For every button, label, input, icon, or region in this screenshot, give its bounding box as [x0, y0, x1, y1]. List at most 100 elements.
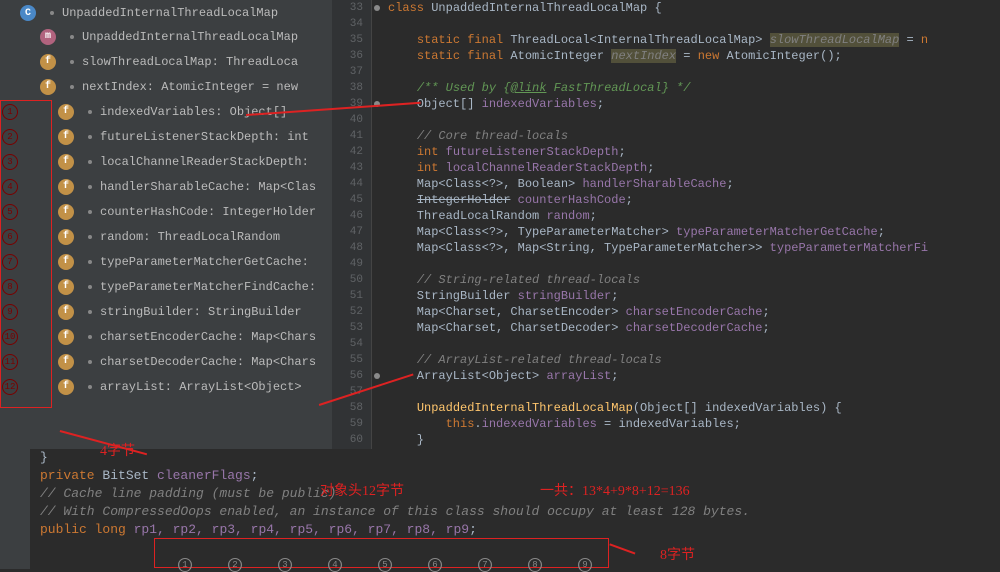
code-line[interactable]: Map<Class<?>, TypeParameterMatcher> type… — [388, 224, 1000, 240]
separator-dot-icon — [88, 285, 92, 289]
tree-item-label: random: ThreadLocalRandom — [100, 230, 280, 244]
annotation-obj-header: 对象头12字节 — [320, 480, 404, 500]
gutter-line-number: 34 — [332, 16, 371, 32]
field-icon: f — [58, 304, 74, 320]
tree-item-label: nextIndex: AtomicInteger = new — [82, 80, 298, 94]
annotation-number-circle: 5 — [2, 204, 18, 220]
field-icon: f — [40, 54, 56, 70]
code-comment: // With CompressedOops enabled, an insta… — [40, 503, 1000, 521]
code-line[interactable]: UnpaddedInternalThreadLocalMap(Object[] … — [388, 400, 1000, 416]
code-text: public long rp1, rp2, rp3, rp4, rp5, rp6… — [40, 521, 1000, 539]
separator-dot-icon — [70, 35, 74, 39]
code-line[interactable]: ArrayList<Object> arrayList; — [388, 368, 1000, 384]
tree-item[interactable]: 8ftypeParameterMatcherFindCache: — [0, 274, 332, 299]
annotation-number-circle: 3 — [2, 154, 18, 170]
gutter-line-number: 46 — [332, 208, 371, 224]
code-line[interactable] — [388, 64, 1000, 80]
separator-dot-icon — [70, 85, 74, 89]
code-line[interactable]: // String-related thread-locals — [388, 272, 1000, 288]
tree-item[interactable]: 1findexedVariables: Object[] — [0, 99, 332, 124]
annotation-number-circle: 12 — [2, 379, 18, 395]
code-line[interactable]: Map<Charset, CharsetDecoder> charsetDeco… — [388, 320, 1000, 336]
gutter-line-number: 44 — [332, 176, 371, 192]
tree-item[interactable]: 11fcharsetDecoderCache: Map<Chars — [0, 349, 332, 374]
tree-item[interactable]: 3flocalChannelReaderStackDepth: — [0, 149, 332, 174]
tree-item-label: charsetEncoderCache: Map<Chars — [100, 330, 316, 344]
tree-item-label: UnpaddedInternalThreadLocalMap — [82, 30, 298, 44]
code-line[interactable] — [388, 16, 1000, 32]
code-line[interactable] — [388, 384, 1000, 400]
tree-item[interactable]: f nextIndex: AtomicInteger = new — [0, 74, 332, 99]
tree-item-label: indexedVariables: Object[] — [100, 105, 287, 119]
tree-root: CUnpaddedInternalThreadLocalMapmUnpadded… — [0, 2, 332, 399]
code-line[interactable]: int localChannelReaderStackDepth; — [388, 160, 1000, 176]
tree-item[interactable]: 6 f random: ThreadLocalRandom — [0, 224, 332, 249]
code-line[interactable]: static final ThreadLocal<InternalThreadL… — [388, 32, 1000, 48]
tree-item-label: typeParameterMatcherGetCache: — [100, 255, 309, 269]
gutter-marker-icon — [374, 373, 380, 379]
code-line[interactable]: // Core thread-locals — [388, 128, 1000, 144]
tree-item[interactable]: 2ffutureListenerStackDepth: int — [0, 124, 332, 149]
code-line[interactable]: Object[] indexedVariables; — [388, 96, 1000, 112]
tree-item[interactable]: fslowThreadLocalMap: ThreadLoca — [0, 49, 332, 74]
tree-item[interactable]: CUnpaddedInternalThreadLocalMap — [0, 2, 332, 24]
tree-item[interactable]: 9fstringBuilder: StringBuilder — [0, 299, 332, 324]
gutter-marker-icon — [374, 101, 380, 107]
annotation-number-circle: 6 — [2, 229, 18, 245]
code-line[interactable]: int futureListenerStackDepth; — [388, 144, 1000, 160]
tree-item-label: futureListenerStackDepth: int — [100, 130, 309, 144]
field-icon: f — [58, 179, 74, 195]
tree-item[interactable]: 7ftypeParameterMatcherGetCache: — [0, 249, 332, 274]
code-line[interactable]: ThreadLocalRandom random; — [388, 208, 1000, 224]
code-line[interactable] — [388, 336, 1000, 352]
annotation-8bytes: 8字节 — [660, 544, 695, 564]
tree-item-label: charsetDecoderCache: Map<Chars — [100, 355, 316, 369]
annotation-number-circle: 9 — [2, 304, 18, 320]
field-icon: f — [58, 129, 74, 145]
gutter-line-number: 45 — [332, 192, 371, 208]
gutter-line-number: 35 — [332, 32, 371, 48]
tree-item[interactable]: 4 f handlerSharableCache: Map<Clas — [0, 174, 332, 199]
annotation-rp-number: (2) — [228, 558, 242, 572]
tree-item-label: handlerSharableCache: Map<Clas — [100, 180, 316, 194]
code-line[interactable]: StringBuilder stringBuilder; — [388, 288, 1000, 304]
code-line[interactable] — [388, 256, 1000, 272]
code-line[interactable]: /** Used by {@link FastThreadLocal} */ — [388, 80, 1000, 96]
code-line[interactable]: IntegerHolder counterHashCode; — [388, 192, 1000, 208]
field-icon: f — [58, 229, 74, 245]
gutter-line-number: 51 — [332, 288, 371, 304]
code-text: } — [40, 449, 1000, 467]
code-line[interactable] — [388, 112, 1000, 128]
field-icon: f — [58, 254, 74, 270]
tree-item[interactable]: mUnpaddedInternalThreadLocalMap — [0, 24, 332, 49]
code-comment: // Cache line padding (must be public) — [40, 485, 1000, 503]
code-line[interactable]: Map<Class<?>, Boolean> handlerSharableCa… — [388, 176, 1000, 192]
editor-bottom-section[interactable]: } private BitSet cleanerFlags; // Cache … — [30, 449, 1000, 569]
code-line[interactable]: Map<Charset, CharsetEncoder> charsetEnco… — [388, 304, 1000, 320]
tree-item[interactable]: 12farrayList: ArrayList<Object> — [0, 374, 332, 399]
annotation-4bytes: 4字节 — [100, 440, 135, 460]
tree-item-label: localChannelReaderStackDepth: — [100, 155, 309, 169]
gutter-line-number: 39 — [332, 96, 371, 112]
code-line[interactable]: // ArrayList-related thread-locals — [388, 352, 1000, 368]
gutter-line-number: 37 — [332, 64, 371, 80]
tree-item-label: UnpaddedInternalThreadLocalMap — [62, 6, 278, 20]
separator-dot-icon — [88, 160, 92, 164]
code-line[interactable]: Map<Class<?>, Map<String, TypeParameterM… — [388, 240, 1000, 256]
annotation-number-circle: 8 — [2, 279, 18, 295]
code-line[interactable]: static final AtomicInteger nextIndex = n… — [388, 48, 1000, 64]
gutter-line-number: 48 — [332, 240, 371, 256]
gutter-line-number: 33 — [332, 0, 371, 16]
field-icon: f — [40, 79, 56, 95]
code-line[interactable]: class UnpaddedInternalThreadLocalMap { — [388, 0, 1000, 16]
gutter-line-number: 59 — [332, 416, 371, 432]
code-line[interactable]: this.indexedVariables = indexedVariables… — [388, 416, 1000, 432]
annotation-number-circle: 4 — [2, 179, 18, 195]
editor-code-area[interactable]: class UnpaddedInternalThreadLocalMap { s… — [388, 0, 1000, 448]
tree-item[interactable]: 10fcharsetEncoderCache: Map<Chars — [0, 324, 332, 349]
annotation-rp-number: (4) — [328, 558, 342, 572]
gutter-line-number: 60 — [332, 432, 371, 448]
gutter-marker-icon — [374, 5, 380, 11]
code-line[interactable]: } — [388, 432, 1000, 448]
tree-item[interactable]: 5fcounterHashCode: IntegerHolder — [0, 199, 332, 224]
